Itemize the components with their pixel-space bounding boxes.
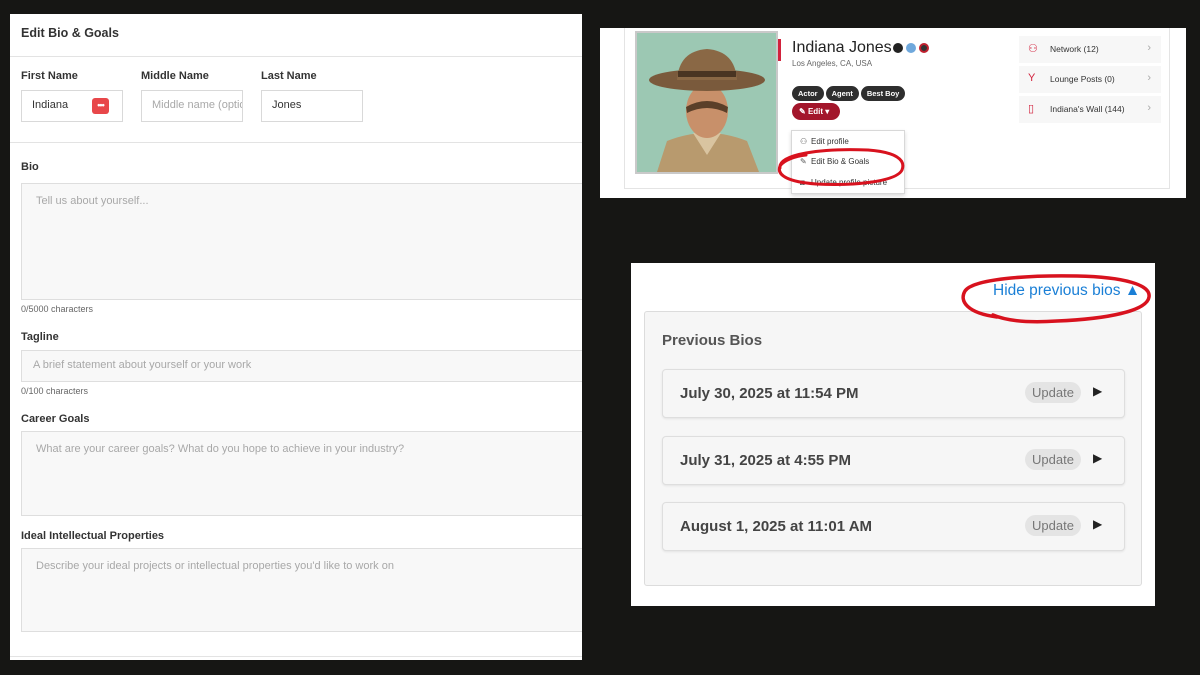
camera-icon: ◙ [800,178,805,187]
previous-bios-screenshot: Hide previous bios ▲ Previous Bios July … [631,263,1155,606]
career-goals-textarea[interactable]: What are your career goals? What do you … [21,431,582,516]
tagline-char-counter: 0/100 characters [21,386,89,396]
bio-date: July 30, 2025 at 11:54 PM [680,385,859,402]
caret-down-icon: ▾ [823,107,830,116]
expand-arrow-icon[interactable]: ▶ [1093,384,1102,398]
edit-button-label: Edit [807,107,824,116]
previous-bio-row[interactable]: July 31, 2025 at 4:55 PM Update ▶ [662,436,1125,485]
last-name-group: Last Name Jones [261,70,363,122]
pencil-icon: ✎ [799,107,808,116]
panel-title: Edit Bio & Goals [10,14,582,57]
profile-portrait-illustration [637,33,776,172]
bio-date: July 31, 2025 at 4:55 PM [680,452,851,469]
side-link-lounge[interactable]: Y Lounge Posts (0) › [1019,66,1161,93]
career-goals-label: Career Goals [21,413,90,425]
password-manager-icon[interactable]: ••• [92,98,109,114]
menu-item-edit-bio-goals[interactable]: ✎ Edit Bio & Goals [800,157,869,166]
edit-dropdown-button[interactable]: ✎ Edit ▾ [792,103,840,120]
tagline-input[interactable]: A brief statement about yourself or your… [21,350,582,382]
role-tag: Actor [792,86,824,101]
last-name-label: Last Name [261,70,317,82]
menu-item-label: Edit profile [811,137,849,146]
expand-arrow-icon[interactable]: ▶ [1093,451,1102,465]
badge-icon [919,43,929,53]
chevron-right-icon: › [1147,102,1151,114]
first-name-label: First Name [21,70,78,82]
profile-location: Los Angeles, CA, USA [792,59,873,68]
side-link-wall[interactable]: ▯ Indiana's Wall (144) › [1019,96,1161,123]
edit-dropdown-menu: ⚇ Edit profile ✎ Edit Bio & Goals ◙ Update … [791,130,905,194]
tagline-label: Tagline [21,331,59,343]
middle-name-label: Middle Name [141,70,209,82]
profile-badges [893,40,932,58]
edit-icon: ✎ [800,157,807,166]
previous-bio-row[interactable]: August 1, 2025 at 11:01 AM Update ▶ [662,502,1125,551]
side-link-network[interactable]: ⚇ Network (12) › [1019,36,1161,63]
profile-name: Indiana Jones [792,39,892,56]
role-tag: Best Boy [860,86,906,101]
update-badge: Update [1025,515,1081,536]
menu-item-label: Edit Bio & Goals [811,157,870,166]
name-row: First Name Indiana ••• Middle Name Middl… [21,70,581,142]
previous-bio-row[interactable]: July 30, 2025 at 11:54 PM Update ▶ [662,369,1125,418]
side-link-label: Indiana's Wall (144) [1050,104,1125,114]
previous-bios-title: Previous Bios [662,332,763,349]
bio-date: August 1, 2025 at 11:01 AM [680,518,873,535]
first-name-group: First Name Indiana ••• [21,70,123,122]
side-link-label: Network (12) [1050,44,1099,54]
edit-bio-goals-panel: Edit Bio & Goals First Name Indiana ••• … [10,14,582,660]
middle-name-group: Middle Name Middle name (optional) [141,70,243,122]
cocktail-icon: Y [1028,72,1036,84]
update-badge: Update [1025,449,1081,470]
bio-label: Bio [21,161,39,173]
update-badge: Update [1025,382,1081,403]
first-name-value: Indiana [32,99,69,111]
menu-item-edit-profile[interactable]: ⚇ Edit profile [800,137,849,146]
menu-item-label: Update profile picture [811,178,888,187]
previous-bios-section: Previous Bios July 30, 2025 at 11:54 PM … [644,311,1142,586]
profile-photo[interactable] [635,31,778,174]
badge-icon [893,43,903,53]
chevron-right-icon: › [1147,42,1151,54]
ideal-ip-label: Ideal Intellectual Properties [21,530,165,542]
book-icon: ▯ [1028,103,1035,115]
user-icon: ⚇ [800,137,808,146]
people-icon: ⚇ [1028,43,1038,55]
profile-side-links: ⚇ Network (12) › Y Lounge Posts (0) › ▯ India… [1019,36,1161,126]
role-tag: Agent [825,86,859,101]
menu-item-update-picture[interactable]: ◙ Update profile picture [800,178,887,187]
profile-card-screenshot: Indiana Jones Los Angeles, CA, USA Actor… [600,28,1186,198]
accent-bar [778,39,781,61]
expand-arrow-icon[interactable]: ▶ [1093,517,1102,531]
divider [10,142,582,143]
role-tags: Actor Agent Best Boy [792,83,907,101]
side-link-label: Lounge Posts (0) [1050,74,1115,84]
bio-textarea[interactable]: Tell us about yourself... [21,183,582,300]
chevron-right-icon: › [1147,72,1151,84]
divider [10,656,582,657]
ideal-ip-textarea[interactable]: Describe your ideal projects or intellec… [21,548,582,632]
first-name-input[interactable]: Indiana ••• [21,90,123,122]
hide-previous-bios-link[interactable]: Hide previous bios ▲ [993,282,1140,300]
verified-icon [906,43,916,53]
bio-char-counter: 0/5000 characters [21,304,94,314]
last-name-input[interactable]: Jones [261,90,363,122]
profile-card: Indiana Jones Los Angeles, CA, USA Actor… [624,28,1170,194]
middle-name-input[interactable]: Middle name (optional) [141,90,243,122]
